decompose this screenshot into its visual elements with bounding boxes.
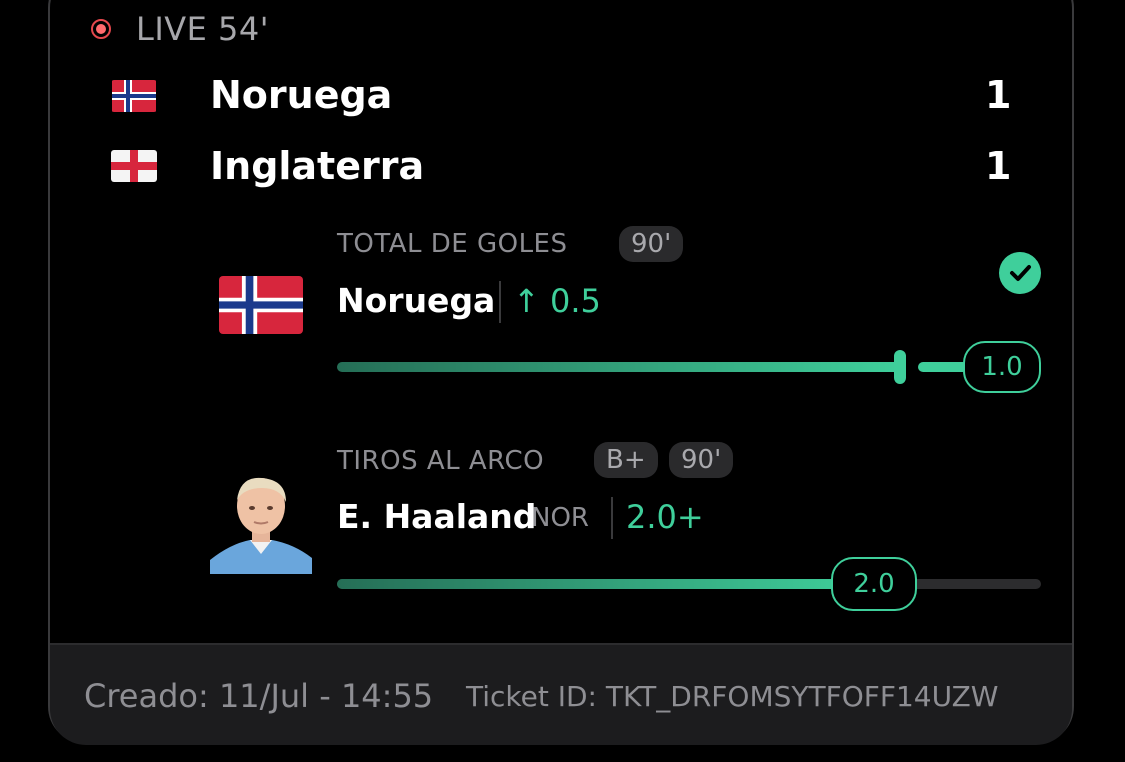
check-icon (999, 252, 1041, 294)
grade-badge: B+ (594, 442, 658, 478)
market-label: TOTAL DE GOLES (337, 229, 568, 259)
line-value: ↑ 0.5 (513, 282, 601, 320)
current-value-bubble: 2.0 (831, 557, 917, 611)
team-score-home: 1 (985, 73, 1012, 117)
england-flag-icon (111, 150, 157, 182)
norway-flag-icon (219, 276, 303, 334)
market-label: TIROS AL ARCO (337, 446, 545, 476)
progress-fill (337, 579, 867, 589)
progress-fill (337, 362, 899, 372)
bet-timeline (126, 210, 130, 510)
live-status: LIVE 54' (136, 10, 270, 48)
live-dot-icon (91, 19, 111, 39)
selection-name: Noruega (337, 281, 496, 320)
current-value-bubble: 1.0 (963, 341, 1041, 393)
team-score-away: 1 (985, 144, 1012, 188)
time-badge: 90' (619, 226, 684, 262)
created-timestamp: Creado: 11/Jul - 14:55 (84, 677, 434, 715)
target-marker (894, 350, 906, 384)
divider (499, 281, 501, 323)
divider (611, 497, 613, 539)
line-value: 2.0+ (626, 498, 704, 536)
progress-fill-over (918, 362, 968, 372)
norway-flag-icon (111, 80, 157, 112)
ticket-id: Ticket ID: TKT_DRFOMSYTFOFF14UZW (466, 680, 999, 713)
player-name: E. Haaland (337, 497, 537, 536)
team-code: NOR (531, 503, 589, 533)
team-name-away: Inglaterra (210, 144, 425, 188)
time-badge: 90' (669, 442, 734, 478)
team-name-home: Noruega (210, 73, 393, 117)
ticket-card (48, 0, 1074, 744)
player-avatar (210, 474, 312, 574)
